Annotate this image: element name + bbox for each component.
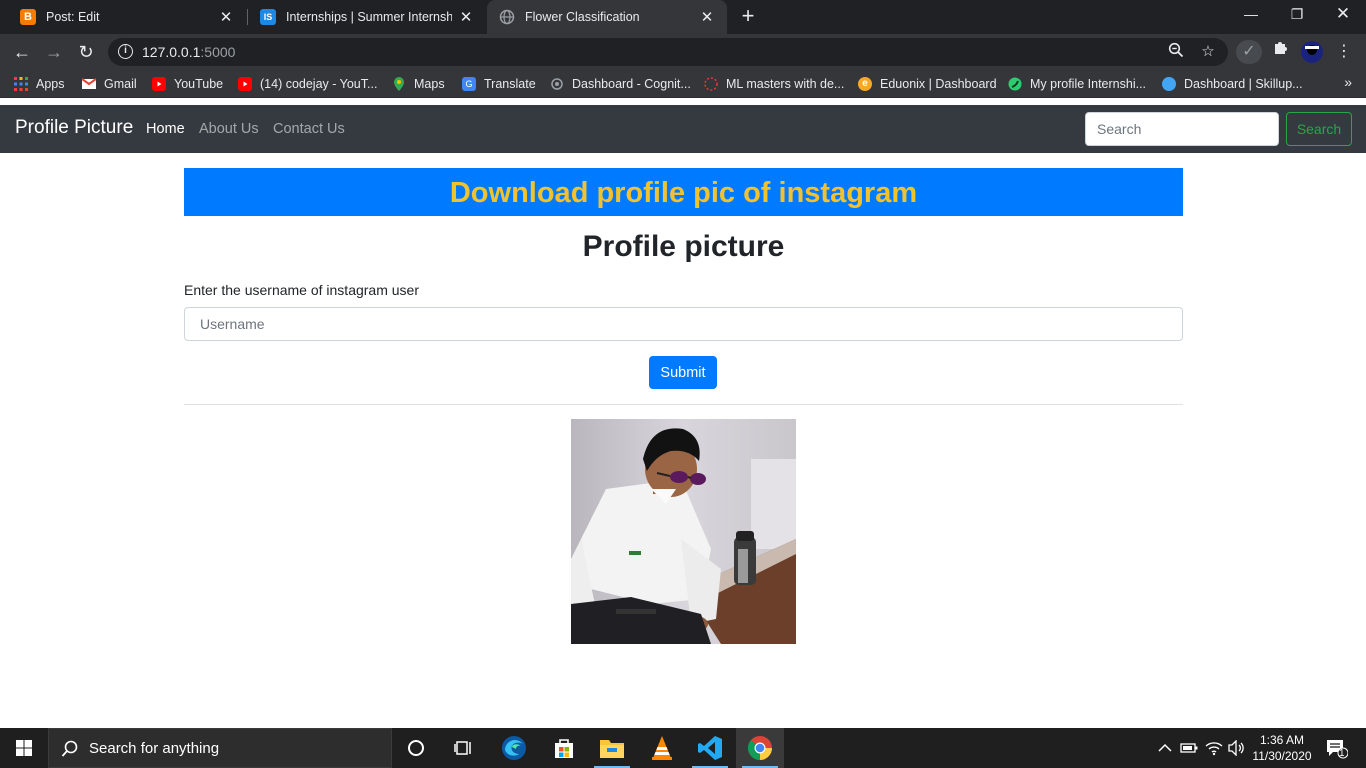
ml-icon bbox=[704, 77, 718, 91]
windows-taskbar: Search for anything 1:36 AM 11/30/2020 1 bbox=[0, 728, 1366, 768]
extensions-puzzle-icon[interactable] bbox=[1268, 40, 1292, 64]
vscode-icon[interactable] bbox=[686, 728, 734, 768]
navbar-search-input[interactable] bbox=[1085, 112, 1279, 146]
reload-icon[interactable]: ↻ bbox=[74, 40, 98, 64]
bookmark-apps[interactable]: Apps bbox=[14, 75, 65, 93]
bookmark-skillup[interactable]: Dashboard | Skillup... bbox=[1162, 75, 1303, 93]
back-arrow-icon[interactable]: ← bbox=[10, 40, 34, 64]
minimize-icon[interactable]: — bbox=[1228, 0, 1274, 30]
window-close-icon[interactable]: ✕ bbox=[1320, 0, 1366, 30]
translate-icon: G bbox=[462, 77, 476, 91]
file-explorer-icon[interactable] bbox=[588, 728, 636, 768]
forward-arrow-icon[interactable]: → bbox=[42, 40, 66, 64]
bookmark-cognitive[interactable]: Dashboard - Cognit... bbox=[550, 75, 691, 93]
battery-icon[interactable] bbox=[1178, 728, 1200, 768]
taskbar-search-box[interactable]: Search for anything bbox=[48, 728, 392, 768]
close-tab-icon[interactable]: ✕ bbox=[699, 8, 715, 26]
bookmark-youtube[interactable]: YouTube bbox=[152, 75, 223, 93]
maps-icon bbox=[392, 77, 406, 91]
chrome-menu-icon[interactable]: ⋮ bbox=[1332, 40, 1356, 64]
windows-logo-icon bbox=[16, 740, 32, 756]
edge-browser-icon[interactable] bbox=[490, 728, 538, 768]
bookmark-eduonix[interactable]: e Eduonix | Dashboard bbox=[858, 75, 997, 93]
site-navbar: Profile Picture Home About Us Contact Us… bbox=[0, 105, 1366, 153]
cortana-icon[interactable] bbox=[392, 728, 440, 768]
internshala-icon bbox=[1008, 77, 1022, 91]
url-text[interactable]: 127.0.0.1:5000 bbox=[142, 44, 235, 60]
youtube-icon bbox=[238, 77, 252, 91]
tab-post-edit[interactable]: B Post: Edit ✕ bbox=[8, 0, 246, 34]
tab-title: Internships | Summer Internship 2 bbox=[286, 10, 452, 24]
address-bar[interactable]: i 127.0.0.1:5000 ☆ bbox=[108, 38, 1228, 66]
divider bbox=[184, 404, 1183, 405]
download-banner: Download profile pic of instagram bbox=[184, 168, 1183, 216]
browser-toolbar: ← → ↻ i 127.0.0.1:5000 ☆ ✓ ⋮ bbox=[0, 34, 1366, 70]
site-info-icon[interactable]: i bbox=[118, 44, 133, 59]
globe-icon bbox=[499, 9, 515, 25]
close-tab-icon[interactable]: ✕ bbox=[458, 8, 474, 26]
apps-grid-icon bbox=[14, 77, 28, 91]
eduonix-icon: e bbox=[858, 77, 872, 91]
vlc-icon[interactable] bbox=[638, 728, 686, 768]
tab-flower-classification[interactable]: Flower Classification ✕ bbox=[487, 0, 727, 34]
tab-title: Flower Classification bbox=[525, 10, 640, 24]
extension-check-icon[interactable]: ✓ bbox=[1236, 40, 1262, 64]
navbar-search-button[interactable]: Search bbox=[1286, 112, 1352, 146]
youtube-icon bbox=[152, 77, 166, 91]
zoom-magnifier-icon[interactable] bbox=[1166, 42, 1186, 62]
internshala-icon: IS bbox=[260, 9, 276, 25]
tab-internships[interactable]: IS Internships | Summer Internship 2 ✕ bbox=[248, 0, 486, 34]
taskbar-clock[interactable]: 1:36 AM 11/30/2020 bbox=[1246, 732, 1318, 764]
taskbar-search-placeholder: Search for anything bbox=[89, 740, 220, 757]
nav-about-us[interactable]: About Us bbox=[199, 121, 259, 137]
bookmark-maps[interactable]: Maps bbox=[392, 75, 445, 93]
bookmark-codejay[interactable]: (14) codejay - YouT... bbox=[238, 75, 377, 93]
profile-avatar-icon[interactable] bbox=[1300, 40, 1324, 64]
clock-time: 1:36 AM bbox=[1259, 733, 1305, 747]
microsoft-store-icon[interactable] bbox=[540, 728, 588, 768]
volume-icon[interactable] bbox=[1226, 728, 1248, 768]
blogger-icon: B bbox=[20, 9, 36, 25]
gmail-icon bbox=[81, 77, 97, 91]
browser-tab-strip: B Post: Edit ✕ IS Internships | Summer I… bbox=[0, 0, 1366, 34]
bookmarks-overflow-chevron-icon[interactable]: » bbox=[1344, 74, 1352, 90]
action-center-icon[interactable]: 1 bbox=[1320, 728, 1352, 768]
page-title: Profile picture bbox=[582, 230, 785, 263]
tray-chevron-up-icon[interactable] bbox=[1154, 728, 1176, 768]
bookmark-internshala-profile[interactable]: My profile Internshi... bbox=[1008, 75, 1146, 93]
tab-title: Post: Edit bbox=[46, 10, 100, 24]
bookmark-star-icon[interactable]: ☆ bbox=[1198, 42, 1218, 62]
notification-count: 1 bbox=[1339, 748, 1345, 759]
new-tab-plus-icon[interactable]: + bbox=[736, 4, 760, 28]
bookmark-translate[interactable]: G Translate bbox=[462, 75, 536, 93]
search-icon bbox=[61, 729, 79, 768]
bookmark-ml-masters[interactable]: ML masters with de... bbox=[704, 75, 844, 93]
task-view-icon[interactable] bbox=[440, 728, 488, 768]
chrome-icon[interactable] bbox=[736, 728, 784, 768]
profile-photo bbox=[571, 419, 796, 644]
bookmarks-bar: Apps Gmail YouTube (14) codejay - YouT..… bbox=[0, 70, 1366, 98]
clock-date: 11/30/2020 bbox=[1252, 749, 1312, 763]
close-tab-icon[interactable]: ✕ bbox=[218, 8, 234, 26]
bookmark-gmail[interactable]: Gmail bbox=[81, 75, 137, 93]
nav-contact-us[interactable]: Contact Us bbox=[273, 121, 345, 137]
cognitive-icon bbox=[550, 77, 564, 91]
username-label: Enter the username of instagram user bbox=[184, 282, 420, 298]
restore-icon[interactable]: ❐ bbox=[1274, 0, 1320, 30]
submit-button[interactable]: Submit bbox=[649, 356, 717, 389]
navbar-brand[interactable]: Profile Picture bbox=[15, 117, 133, 139]
start-button[interactable] bbox=[0, 728, 48, 768]
username-input[interactable] bbox=[184, 307, 1183, 341]
wifi-icon[interactable] bbox=[1202, 728, 1226, 768]
nav-home[interactable]: Home bbox=[146, 121, 185, 137]
skillup-icon bbox=[1162, 77, 1176, 91]
